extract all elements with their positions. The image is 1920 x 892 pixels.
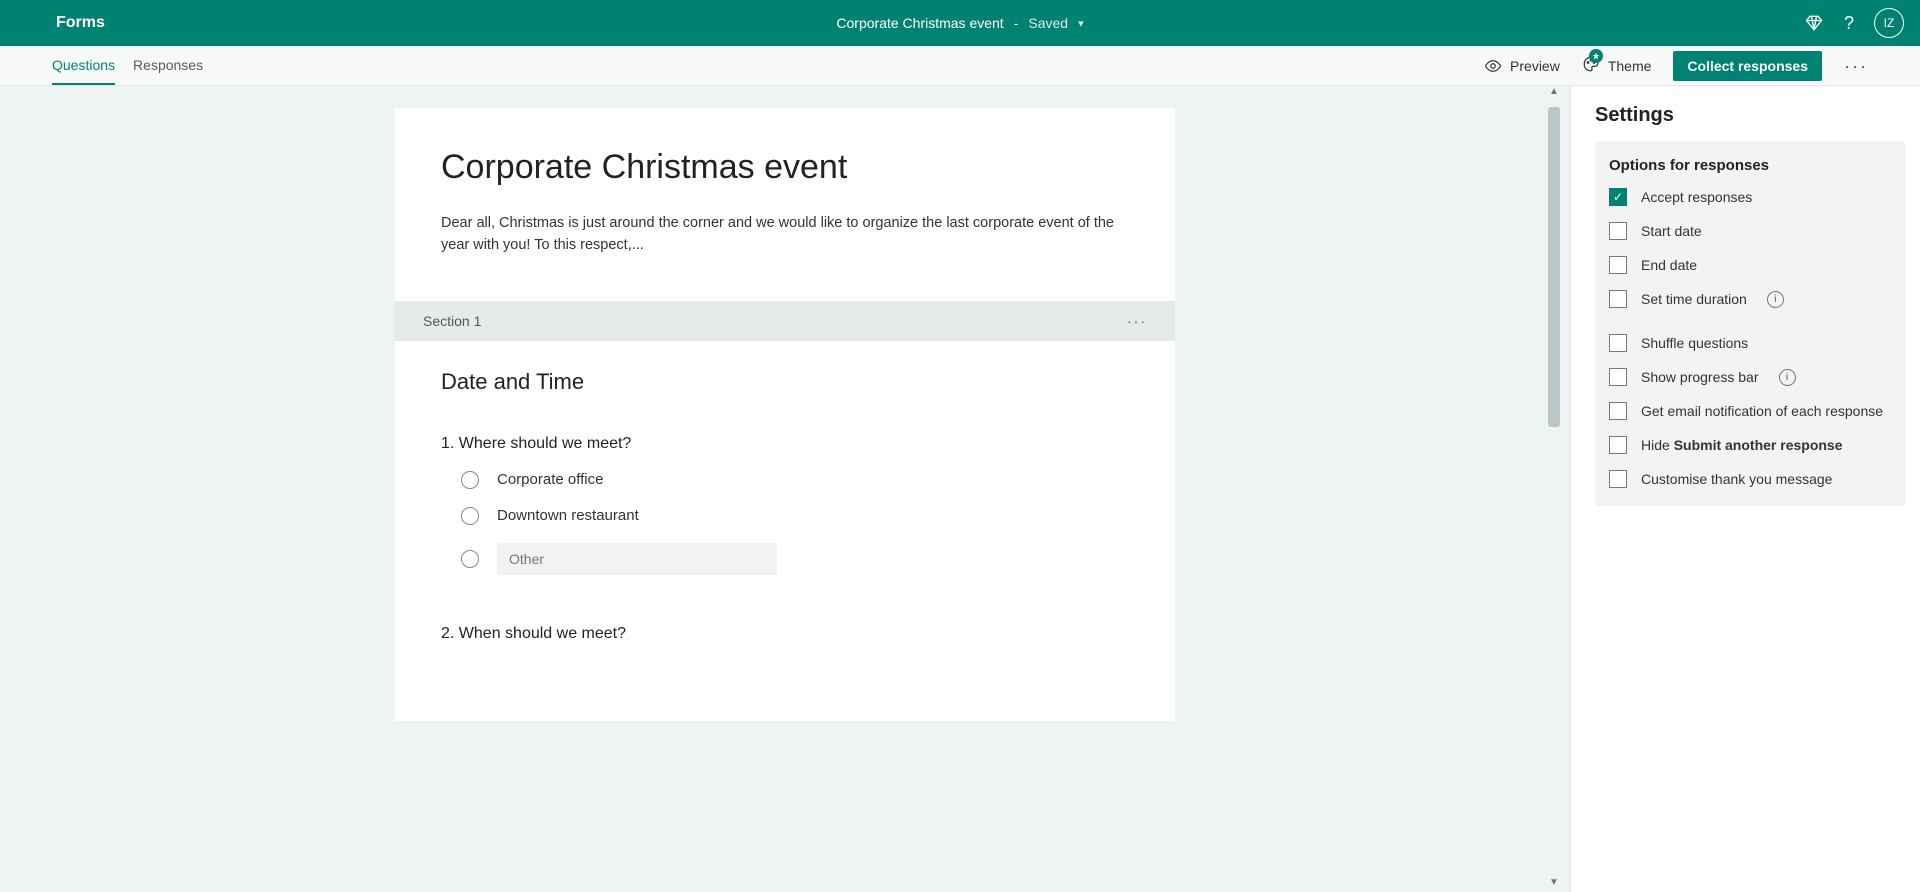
checkbox-icon[interactable]: [1609, 290, 1627, 308]
section-more-icon[interactable]: ···: [1127, 313, 1147, 329]
opt-accept-responses[interactable]: ✓ Accept responses: [1609, 188, 1892, 206]
preview-button[interactable]: Preview: [1484, 57, 1560, 75]
section-body: Date and Time 1. Where should we meet? C…: [395, 341, 1175, 721]
help-icon[interactable]: ?: [1844, 13, 1854, 34]
checkbox-icon[interactable]: [1609, 368, 1627, 386]
checkbox-icon[interactable]: [1609, 256, 1627, 274]
theme-badge: [1589, 49, 1603, 63]
scroll-thumb[interactable]: [1548, 107, 1560, 427]
scroll-up-icon[interactable]: ▲: [1549, 86, 1559, 97]
opt-start-date[interactable]: Start date: [1609, 222, 1892, 240]
more-options-icon[interactable]: ···: [1844, 57, 1868, 75]
form-title-dropdown[interactable]: Corporate Christmas event - Saved ▾: [836, 15, 1083, 31]
opt-hide-submit-another[interactable]: Hide Submit another response: [1609, 436, 1892, 454]
checkbox-icon[interactable]: [1609, 402, 1627, 420]
scroll-down-icon[interactable]: ▼: [1549, 877, 1559, 888]
form-title: Corporate Christmas event: [836, 15, 1003, 31]
question-1-option-other[interactable]: [461, 543, 1129, 575]
form-sheet: Corporate Christmas event Dear all, Chri…: [395, 108, 1175, 892]
opt-end-date[interactable]: End date: [1609, 256, 1892, 274]
tab-questions[interactable]: Questions: [52, 47, 115, 85]
chevron-down-icon: ▾: [1078, 17, 1084, 30]
checkbox-icon[interactable]: [1609, 222, 1627, 240]
eye-icon: [1484, 57, 1502, 75]
section-bar[interactable]: Section 1 ···: [395, 301, 1175, 341]
opt-shuffle-questions[interactable]: Shuffle questions: [1609, 334, 1892, 352]
app-launcher-icon[interactable]: [16, 13, 36, 33]
collect-responses-button[interactable]: Collect responses: [1673, 51, 1822, 81]
radio-icon[interactable]: [461, 550, 479, 568]
checkbox-icon[interactable]: [1609, 436, 1627, 454]
info-icon[interactable]: i: [1779, 369, 1796, 386]
checkbox-icon[interactable]: ✓: [1609, 188, 1627, 206]
account-avatar[interactable]: IZ: [1874, 8, 1904, 38]
radio-icon[interactable]: [461, 471, 479, 489]
question-2-text: 2. When should we meet?: [441, 625, 1129, 643]
form-description: Dear all, Christmas is just around the c…: [441, 213, 1129, 257]
palette-icon: [1582, 55, 1600, 76]
question-1-option-2[interactable]: Downtown restaurant: [461, 507, 1129, 525]
settings-panel: Settings Options for responses ✓ Accept …: [1570, 86, 1920, 892]
section-title: Date and Time: [441, 369, 1129, 395]
question-1-option-1[interactable]: Corporate office: [461, 471, 1129, 489]
other-input[interactable]: [497, 543, 777, 575]
response-options-card: Options for responses ✓ Accept responses…: [1595, 141, 1906, 506]
radio-icon[interactable]: [461, 507, 479, 525]
opt-email-notify[interactable]: Get email notification of each response: [1609, 402, 1892, 420]
settings-title: Settings: [1595, 104, 1906, 127]
opt-set-duration[interactable]: Set time duration i: [1609, 290, 1892, 308]
question-1[interactable]: 1. Where should we meet? Corporate offic…: [441, 435, 1129, 575]
section-label: Section 1: [423, 313, 481, 329]
form-title-heading: Corporate Christmas event: [441, 148, 1129, 187]
question-2[interactable]: 2. When should we meet?: [441, 625, 1129, 643]
tab-responses[interactable]: Responses: [133, 47, 203, 85]
premium-icon[interactable]: [1804, 13, 1824, 33]
checkbox-icon[interactable]: [1609, 470, 1627, 488]
checkbox-icon[interactable]: [1609, 334, 1627, 352]
theme-button[interactable]: Theme: [1582, 55, 1652, 76]
response-options-title: Options for responses: [1609, 157, 1892, 174]
save-state: Saved: [1028, 15, 1068, 31]
app-name[interactable]: Forms: [56, 14, 105, 32]
question-1-text: 1. Where should we meet?: [441, 435, 1129, 453]
top-bar: Forms Corporate Christmas event - Saved …: [0, 0, 1920, 46]
form-canvas: Corporate Christmas event Dear all, Chri…: [0, 86, 1570, 892]
content: Corporate Christmas event Dear all, Chri…: [0, 86, 1920, 892]
opt-custom-thank-you[interactable]: Customise thank you message: [1609, 470, 1892, 488]
opt-progress-bar[interactable]: Show progress bar i: [1609, 368, 1892, 386]
form-header-card[interactable]: Corporate Christmas event Dear all, Chri…: [395, 108, 1175, 301]
command-bar: Questions Responses Preview Theme Collec…: [0, 46, 1920, 86]
info-icon[interactable]: i: [1767, 291, 1784, 308]
canvas-scrollbar[interactable]: ▲ ▼: [1548, 86, 1560, 892]
